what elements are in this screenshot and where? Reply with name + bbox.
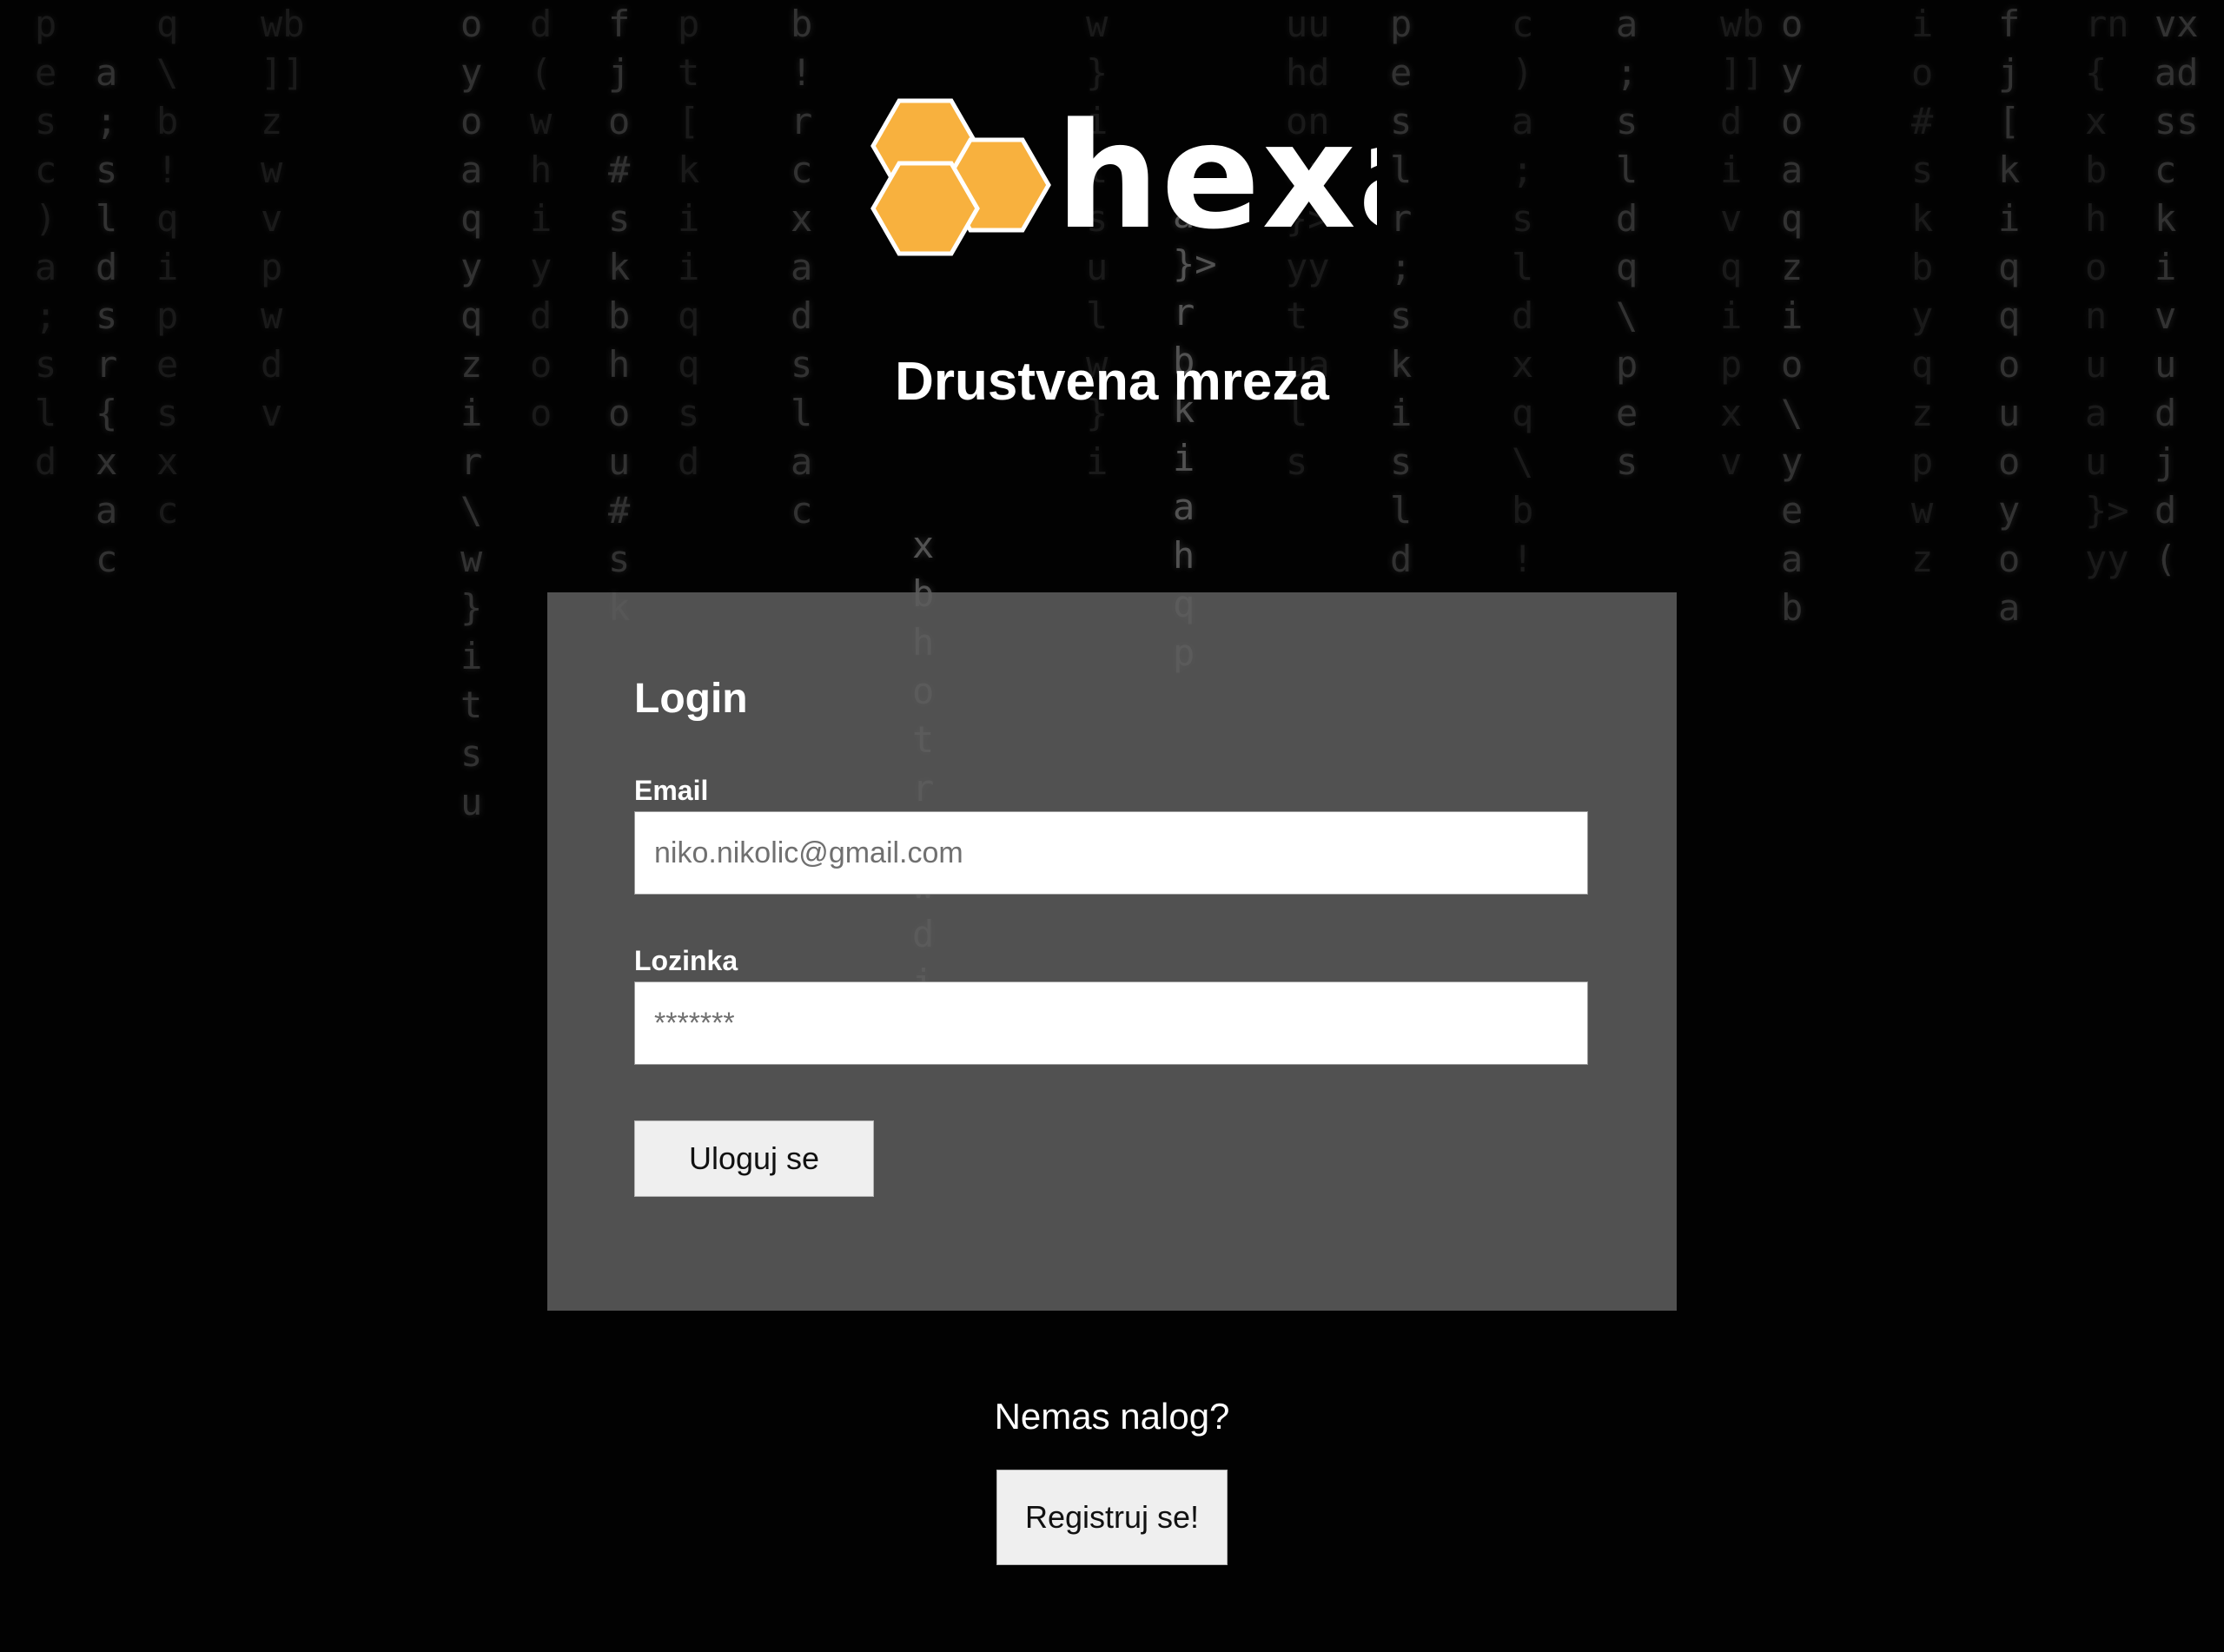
register-button[interactable]: Registruj se! [996,1470,1228,1565]
login-page: p e s c ) a ; s l d a ; s l d s r { x a … [0,0,2224,1652]
hexagon-cluster-icon [870,98,1051,256]
brand-name: hexa [1056,91,1377,261]
login-title: Login [634,676,748,722]
email-field[interactable] [634,811,1588,895]
register-prompt: Nemas nalog? [994,1396,1230,1437]
login-button[interactable]: Uloguj se [634,1120,874,1197]
page-tagline: Drustvena mreza [895,352,1329,412]
login-panel: Login Email Lozinka Uloguj se [547,592,1677,1311]
brand-logo: hexa [870,91,1377,261]
password-label: Lozinka [634,945,738,976]
password-field[interactable] [634,981,1588,1065]
email-label: Email [634,775,709,806]
